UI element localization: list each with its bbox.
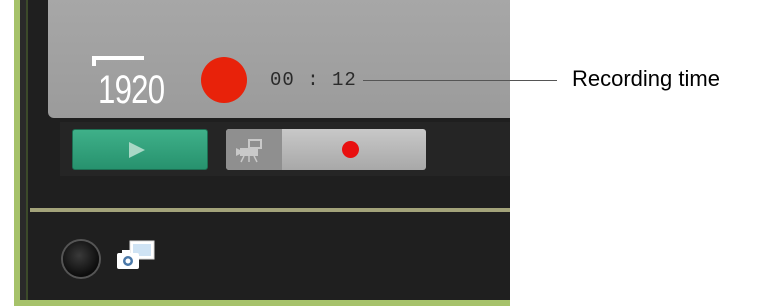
recording-indicator-icon: [201, 57, 247, 103]
movie-camera-area: [226, 129, 282, 170]
live-view-icon[interactable]: [114, 239, 158, 275]
resolution-bracket-icon: [92, 56, 144, 66]
callout-label: Recording time: [572, 66, 720, 91]
separator-bar: [30, 208, 510, 212]
movie-camera-icon: [236, 139, 262, 163]
resolution-label: 1920: [98, 68, 165, 112]
resolution-badge: 1920: [92, 56, 178, 116]
dial-knob-icon[interactable]: [63, 241, 99, 277]
recording-time: 00 : 12: [270, 69, 357, 91]
play-button[interactable]: [72, 129, 208, 170]
movie-record-button[interactable]: [226, 129, 426, 170]
callout-leader-line: [363, 80, 557, 81]
record-dot-icon: [342, 141, 359, 158]
play-icon: [129, 142, 145, 158]
